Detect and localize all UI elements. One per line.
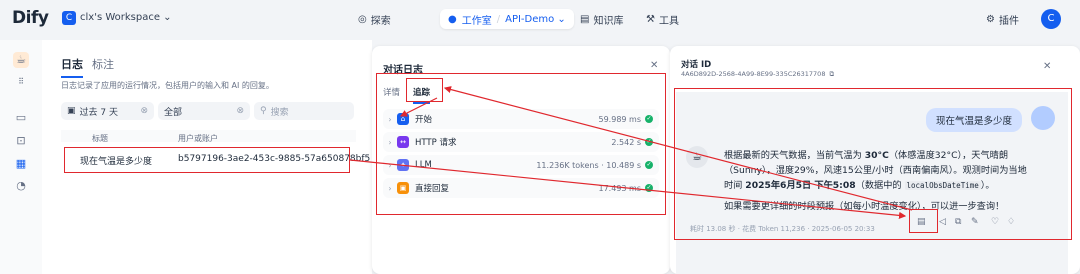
arrow-tracing-to-nodes bbox=[399, 97, 438, 117]
arrow-row-to-log-button bbox=[349, 159, 907, 219]
annotation-arrows bbox=[349, 86, 913, 219]
arrow-log-button-to-tracing bbox=[443, 86, 913, 211]
